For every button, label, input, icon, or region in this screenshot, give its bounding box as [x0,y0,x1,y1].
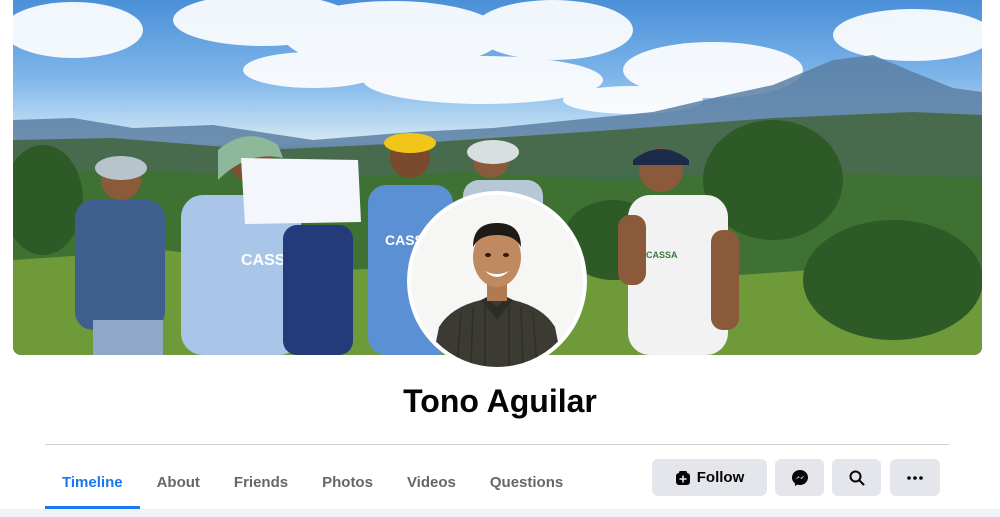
header-divider [45,444,949,445]
follow-icon [675,470,691,486]
profile-picture[interactable] [407,191,587,371]
message-button[interactable] [775,459,824,496]
search-icon [849,470,865,486]
tab-about[interactable]: About [140,455,217,509]
tab-friends[interactable]: Friends [217,455,305,509]
more-button[interactable] [890,459,940,496]
tab-timeline[interactable]: Timeline [45,455,140,509]
tab-videos[interactable]: Videos [390,455,473,509]
svg-text:CASSA: CASSA [646,250,678,260]
page-bottom-bar [0,509,1000,517]
profile-page: CASSA CASSA CASSA Tono Aguilar Timeline … [0,0,1000,517]
more-icon [907,475,923,480]
tab-photos[interactable]: Photos [305,455,390,509]
profile-actions: Follow [652,459,940,496]
search-button[interactable] [832,459,881,496]
messenger-icon [791,469,809,487]
profile-tabs: Timeline About Friends Photos Videos Que… [45,455,580,509]
follow-button[interactable]: Follow [652,459,767,496]
avatar [411,195,583,367]
tab-questions[interactable]: Questions [473,455,580,509]
follow-label: Follow [696,469,745,486]
profile-name: Tono Aguilar [403,383,597,419]
